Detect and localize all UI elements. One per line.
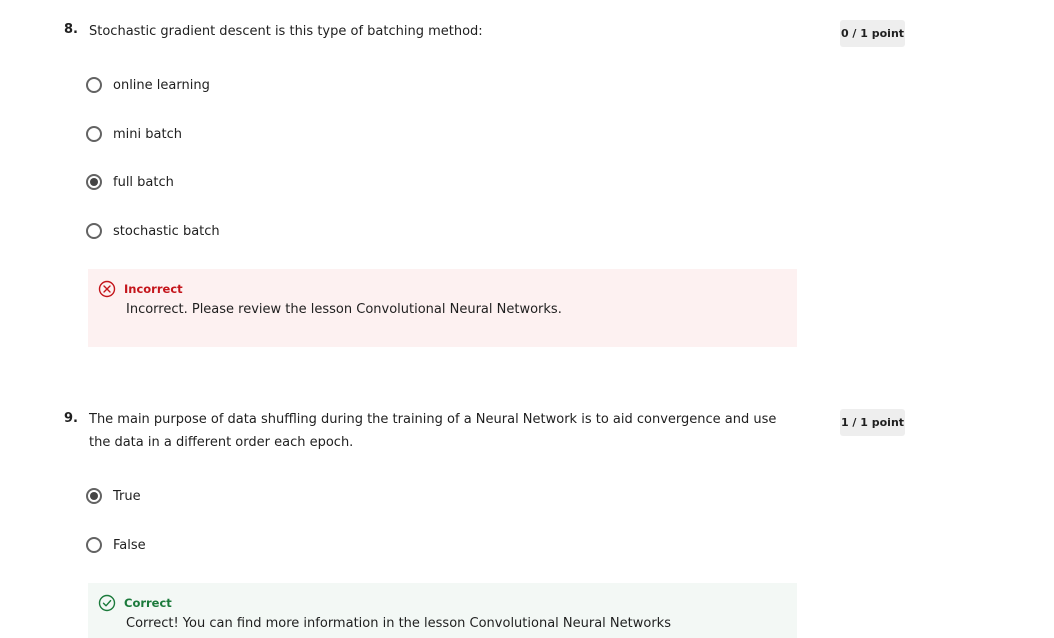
option-false[interactable]: False <box>86 533 146 557</box>
feedback-header: Correct <box>98 594 172 612</box>
option-label: True <box>113 488 141 504</box>
option-label: False <box>113 537 146 553</box>
feedback-header: Incorrect <box>98 280 183 298</box>
feedback-title: Incorrect <box>124 282 183 296</box>
feedback-correct: Correct Correct! You can find more infor… <box>88 583 797 638</box>
option-full-batch[interactable]: full batch <box>86 170 174 194</box>
x-circle-icon <box>98 280 116 298</box>
quiz-results-page: 8. Stochastic gradient descent is this t… <box>0 0 1054 638</box>
option-true[interactable]: True <box>86 484 141 508</box>
feedback-message: Incorrect. Please review the lesson Conv… <box>126 302 562 317</box>
option-online-learning[interactable]: online learning <box>86 73 210 97</box>
option-stochastic-batch[interactable]: stochastic batch <box>86 219 220 243</box>
radio-button[interactable] <box>86 537 102 553</box>
radio-button[interactable] <box>86 77 102 93</box>
option-mini-batch[interactable]: mini batch <box>86 122 182 146</box>
points-badge: 0 / 1 point <box>840 20 905 47</box>
feedback-incorrect: Incorrect Incorrect. Please review the l… <box>88 269 797 347</box>
option-label: mini batch <box>113 126 182 142</box>
question-number: 9. <box>64 411 78 426</box>
option-label: full batch <box>113 174 174 190</box>
feedback-title: Correct <box>124 596 172 610</box>
radio-button[interactable] <box>86 223 102 239</box>
check-circle-icon <box>98 594 116 612</box>
question-number: 8. <box>64 22 78 37</box>
points-badge: 1 / 1 point <box>840 409 905 436</box>
option-label: online learning <box>113 77 210 93</box>
radio-button[interactable] <box>86 126 102 142</box>
radio-button[interactable] <box>86 488 102 504</box>
radio-button[interactable] <box>86 174 102 190</box>
question-text: Stochastic gradient descent is this type… <box>89 24 483 39</box>
question-text: The main purpose of data shuffling durin… <box>89 412 777 450</box>
option-label: stochastic batch <box>113 223 220 239</box>
feedback-message: Correct! You can find more information i… <box>126 616 671 631</box>
